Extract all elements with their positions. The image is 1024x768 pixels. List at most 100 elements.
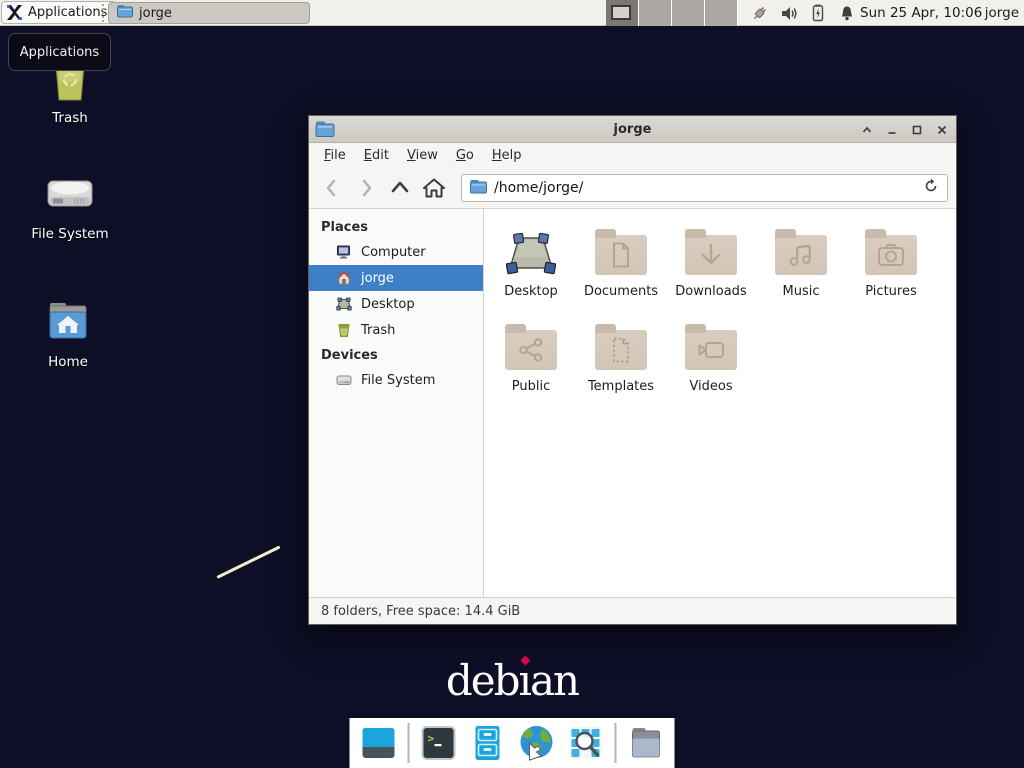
debian-logo-text: an <box>530 656 578 705</box>
desktop-surface-icon <box>506 227 556 275</box>
file-item-downloads[interactable]: Downloads <box>666 217 756 312</box>
file-item-music[interactable]: Music <box>756 217 846 312</box>
battery-charging-icon[interactable] <box>808 3 828 23</box>
folder-icon[interactable] <box>626 723 666 763</box>
file-item-label: Downloads <box>675 284 746 299</box>
home-folder-icon <box>20 298 116 348</box>
back-button[interactable] <box>317 173 347 203</box>
file-item-desktop[interactable]: Desktop <box>486 217 576 312</box>
workspace-switcher <box>606 0 738 26</box>
sidebar-item-label: Desktop <box>361 297 415 312</box>
workspace-1[interactable] <box>606 0 639 26</box>
dock-separator <box>615 723 617 763</box>
sidebar-header-devices: Devices <box>309 343 483 367</box>
path-bar[interactable]: /home/jorge/ <box>461 174 948 202</box>
web-browser-icon[interactable] <box>517 723 557 763</box>
desktop-icon-file-system[interactable]: File System <box>22 170 118 242</box>
statusbar-text: 8 folders, Free space: 14.4 GiB <box>321 604 520 619</box>
file-item-public[interactable]: Public <box>486 312 576 407</box>
debian-logo: debıan <box>446 660 578 702</box>
menu-file[interactable]: File <box>315 145 355 166</box>
home-icon <box>335 270 353 286</box>
desktop-icon-label: Trash <box>22 110 118 126</box>
computer-icon <box>335 244 353 260</box>
path-input[interactable]: /home/jorge/ <box>494 180 916 196</box>
workspace-3[interactable] <box>672 0 705 26</box>
menu-go[interactable]: Go <box>447 145 483 166</box>
file-item-label: Documents <box>584 284 658 299</box>
menu-edit[interactable]: Edit <box>355 145 398 166</box>
sidebar-item-file-system[interactable]: File System <box>309 367 483 393</box>
terminal-icon[interactable]: > <box>419 723 459 763</box>
statusbar: 8 folders, Free space: 14.4 GiB <box>309 597 956 624</box>
file-item-label: Pictures <box>865 284 916 299</box>
top-panel: Applications jorge <box>0 0 1024 26</box>
power-plug-icon[interactable] <box>750 3 770 23</box>
file-item-label: Desktop <box>504 284 558 299</box>
close-button[interactable] <box>934 122 950 138</box>
applications-menu-label: Applications <box>28 5 107 20</box>
xorg-x-icon <box>6 4 23 21</box>
titlebar[interactable]: jorge <box>309 116 956 143</box>
notifications-bell-icon[interactable] <box>837 3 857 23</box>
panel-separator-handle <box>102 4 106 22</box>
dock: > <box>350 718 675 768</box>
file-item-label: Videos <box>689 379 732 394</box>
video-camera-glyph <box>697 339 725 361</box>
file-manager-window: jorge File Edit View Go Help <box>308 115 957 625</box>
file-item-videos[interactable]: Videos <box>666 312 756 407</box>
home-button[interactable] <box>419 173 449 203</box>
panel-clock[interactable]: Sun 25 Apr, 10:06 <box>860 0 982 26</box>
folder-icon <box>595 330 647 370</box>
panel-user-menu[interactable]: jorge <box>985 0 1019 26</box>
desktop-icon-home[interactable]: Home <box>20 298 116 370</box>
music-notes-glyph <box>788 242 814 268</box>
share-nodes-glyph <box>518 337 544 363</box>
reload-icon[interactable] <box>923 178 939 198</box>
desktop-pager-icon[interactable] <box>359 723 399 763</box>
desktop-icon-label: Home <box>20 354 116 370</box>
minimize-button[interactable] <box>884 122 900 138</box>
up-button[interactable] <box>385 173 415 203</box>
volume-icon[interactable] <box>779 3 799 23</box>
folder-icon <box>865 235 917 275</box>
forward-button[interactable] <box>351 173 381 203</box>
applications-tooltip: Applications <box>8 33 111 71</box>
workspace-2[interactable] <box>639 0 672 26</box>
file-item-pictures[interactable]: Pictures <box>846 217 936 312</box>
file-cabinet-icon[interactable] <box>468 723 508 763</box>
taskbar-window-label: jorge <box>139 6 172 21</box>
dock-separator <box>408 723 410 763</box>
menu-view[interactable]: View <box>398 145 447 166</box>
debian-logo-text: deb <box>446 656 519 705</box>
folder-icon <box>505 330 557 370</box>
shade-button[interactable] <box>859 122 875 138</box>
sidebar-header-places: Places <box>309 215 483 239</box>
menubar: File Edit View Go Help <box>309 143 956 168</box>
file-item-label: Music <box>783 284 820 299</box>
sidebar-item-trash[interactable]: Trash <box>309 317 483 343</box>
window-folder-icon <box>315 120 335 142</box>
hard-drive-icon <box>22 170 118 220</box>
file-item-templates[interactable]: Templates <box>576 312 666 407</box>
menu-help[interactable]: Help <box>483 145 531 166</box>
toolbar: /home/jorge/ <box>309 168 956 209</box>
folder-icon <box>595 235 647 275</box>
sidebar-item-jorge[interactable]: jorge <box>309 265 483 291</box>
sidebar-item-desktop[interactable]: Desktop <box>309 291 483 317</box>
folder-icon <box>685 330 737 370</box>
desktop-icon-label: File System <box>22 226 118 242</box>
maximize-button[interactable] <box>909 122 925 138</box>
app-finder-icon[interactable] <box>566 723 606 763</box>
file-item-documents[interactable]: Documents <box>576 217 666 312</box>
sidebar-item-computer[interactable]: Computer <box>309 239 483 265</box>
sidebar-item-label: File System <box>361 373 435 388</box>
folder-icon <box>685 235 737 275</box>
workspace-4[interactable] <box>705 0 738 26</box>
sidebar: Places Computer <box>309 209 484 597</box>
document-glyph <box>610 242 632 268</box>
taskbar-window-button[interactable]: jorge <box>108 2 310 24</box>
workspace-window-thumb <box>611 5 631 20</box>
folder-view[interactable]: Desktop Documents Down <box>484 209 956 597</box>
applications-menu-button[interactable]: Applications <box>1 1 116 24</box>
